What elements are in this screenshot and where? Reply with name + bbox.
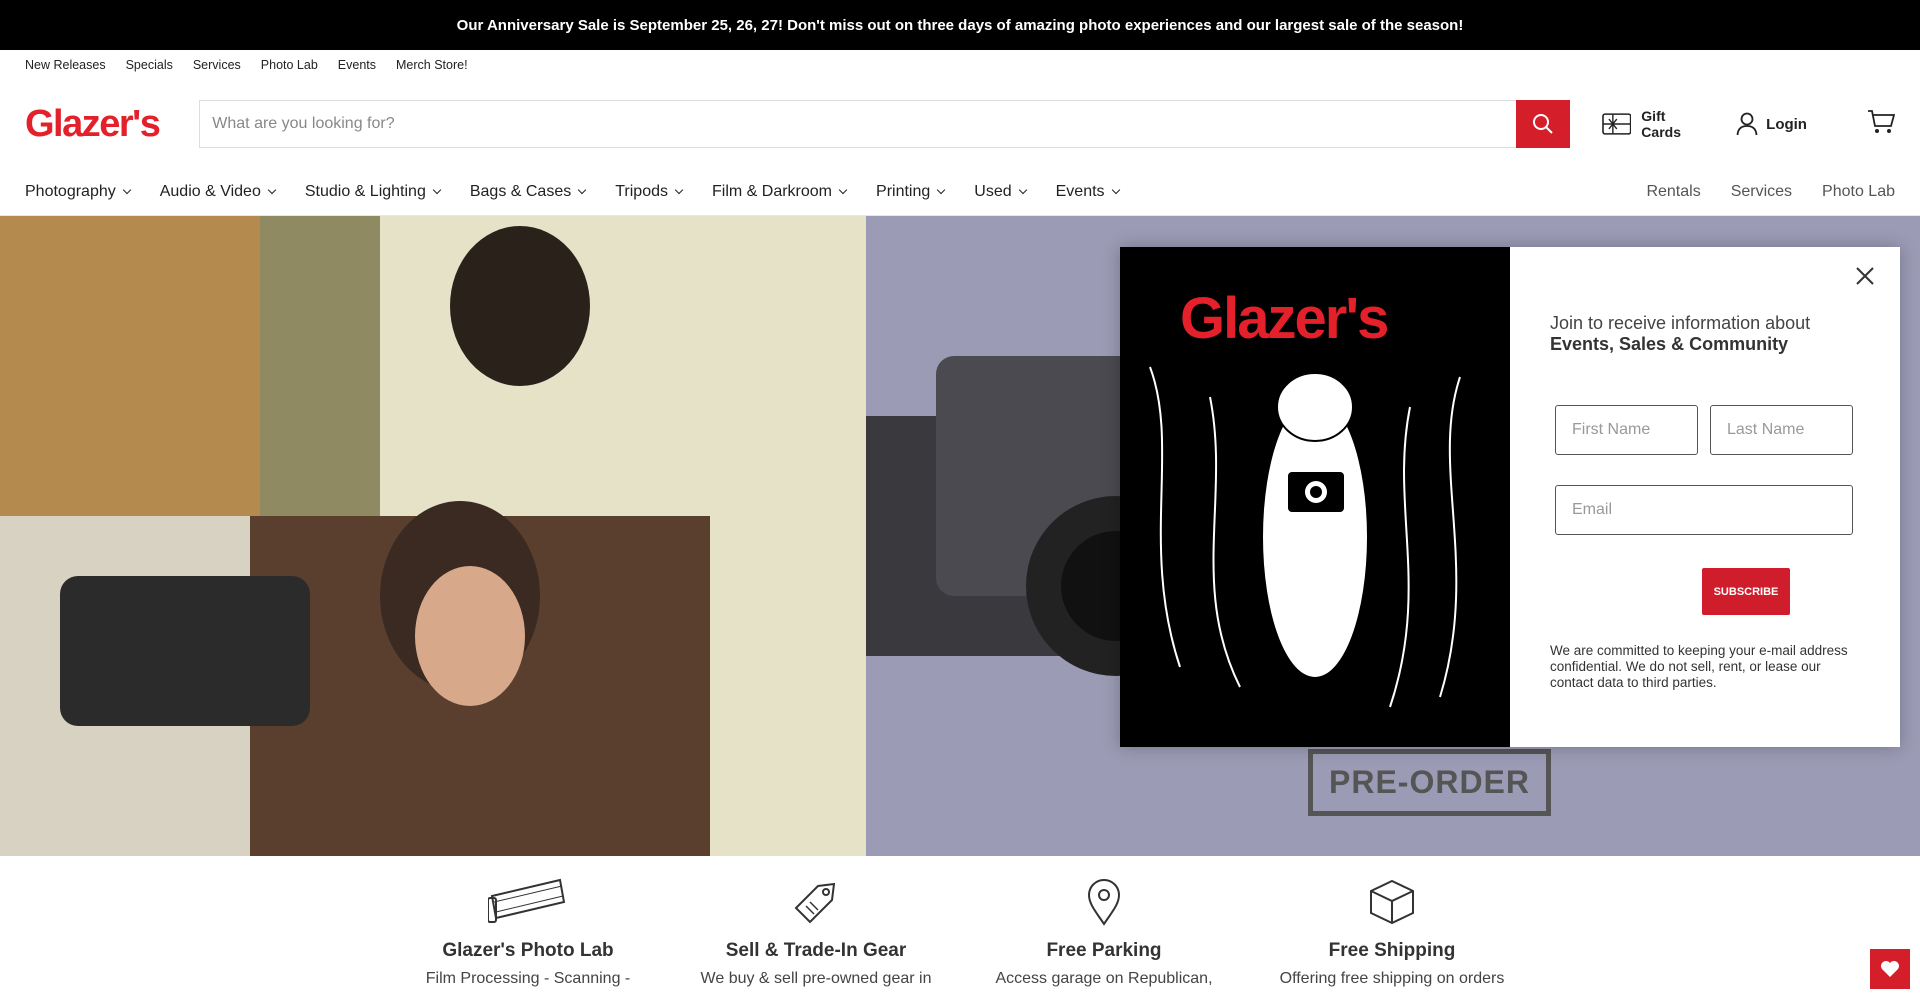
nav-label: Studio & Lighting xyxy=(304,182,426,200)
chevron-down-icon xyxy=(432,185,442,194)
nav-label: Audio & Video xyxy=(159,182,261,200)
utility-link-services[interactable]: Services xyxy=(193,58,241,72)
feature-title: Glazer's Photo Lab xyxy=(442,940,614,961)
feature-title: Free Parking xyxy=(1046,940,1162,961)
chevron-down-icon xyxy=(674,185,684,194)
cart-icon xyxy=(1867,109,1896,133)
feature-parking[interactable]: Free Parking Access garage on Republican… xyxy=(984,856,1224,988)
last-name-field[interactable]: Last Name xyxy=(1710,405,1853,455)
popup-title-line2: Events, Sales & Community xyxy=(1550,334,1789,354)
utility-nav: New Releases Specials Services Photo Lab… xyxy=(0,50,1920,80)
nav-label: Photography xyxy=(25,182,116,200)
chevron-down-icon xyxy=(1018,185,1027,194)
pre-order-badge: PRE-ORDER xyxy=(1308,749,1551,816)
name-fields: First Name Last Name xyxy=(1555,405,1860,455)
subscribe-button[interactable]: SUBSCRIBE xyxy=(1702,568,1790,615)
close-icon[interactable] xyxy=(1854,265,1876,287)
cart-button[interactable] xyxy=(1867,109,1896,140)
gift-card-icon xyxy=(1601,113,1632,135)
map-pin-icon xyxy=(984,856,1224,926)
feature-desc: Film Processing - Scanning - xyxy=(425,970,631,987)
utility-link-photo-lab[interactable]: Photo Lab xyxy=(261,58,318,72)
chevron-down-icon xyxy=(838,185,848,194)
nav-item-used[interactable]: Used xyxy=(974,182,1027,201)
film-strip-icon xyxy=(408,856,648,926)
login-link[interactable]: Login xyxy=(1736,112,1807,136)
utility-link-events[interactable]: Events xyxy=(338,58,376,72)
nav-item-audio-video[interactable]: Audio & Video xyxy=(159,182,277,201)
announcement-text: Our Anniversary Sale is September 25, 26… xyxy=(456,16,1464,34)
popup-image: Glazer's xyxy=(1120,247,1510,747)
nav-label: Events xyxy=(1055,182,1105,200)
feature-photo-lab[interactable]: Glazer's Photo Lab Film Processing - Sca… xyxy=(408,856,648,988)
feature-shipping[interactable]: Free Shipping Offering free shipping on … xyxy=(1272,856,1512,988)
gift-cards-label: Gift Cards xyxy=(1641,108,1681,140)
login-label: Login xyxy=(1766,115,1807,133)
feature-desc: We buy & sell pre-owned gear in xyxy=(700,970,932,987)
hero-lifestyle-image xyxy=(0,216,866,856)
search-bar xyxy=(199,100,1570,148)
chevron-down-icon xyxy=(937,185,946,194)
chevron-down-icon xyxy=(267,185,277,194)
utility-link-merch-store[interactable]: Merch Store! xyxy=(396,58,468,72)
user-icon xyxy=(1736,112,1758,136)
utility-link-new-releases[interactable]: New Releases xyxy=(25,58,106,72)
nav-label: Film & Darkroom xyxy=(712,182,833,200)
nav-label: Tripods xyxy=(615,182,668,200)
feature-title: Sell & Trade-In Gear xyxy=(725,940,907,961)
nav-label: Printing xyxy=(876,182,931,200)
utility-link-specials[interactable]: Specials xyxy=(126,58,173,72)
first-name-field[interactable]: First Name xyxy=(1555,405,1698,455)
chevron-down-icon xyxy=(1111,185,1120,194)
search-input[interactable] xyxy=(199,100,1516,148)
newsletter-popup: Glazer's Join to receive information abo… xyxy=(1120,247,1900,747)
hero-photo-illustration xyxy=(0,216,866,856)
signup-form: Join to receive information about Events… xyxy=(1510,247,1900,747)
nav-item-events[interactable]: Events xyxy=(1055,182,1120,201)
feature-desc: Access garage on Republican, xyxy=(995,970,1213,987)
heart-icon xyxy=(1881,961,1899,977)
announcement-bar: Our Anniversary Sale is September 25, 26… xyxy=(0,0,1920,50)
popup-title-line1: Join to receive information about xyxy=(1550,313,1811,333)
privacy-notice: We are committed to keeping your e-mail … xyxy=(1550,643,1848,690)
nav-item-photography[interactable]: Photography xyxy=(25,182,131,201)
nav-item-tripods[interactable]: Tripods xyxy=(615,182,684,201)
nav-item-services[interactable]: Services xyxy=(1731,183,1792,201)
category-menu: Photography Audio & Video Studio & Light… xyxy=(25,183,1149,201)
wishlist-button[interactable] xyxy=(1870,949,1910,989)
search-icon xyxy=(1532,114,1553,134)
main-nav: Photography Audio & Video Studio & Light… xyxy=(0,168,1920,216)
nav-label: Bags & Cases xyxy=(469,182,572,200)
feature-title: Free Shipping xyxy=(1328,940,1456,961)
price-tag-icon xyxy=(696,856,936,926)
email-field[interactable]: Email xyxy=(1555,485,1853,535)
secondary-menu: Rentals Services Photo Lab xyxy=(1646,183,1895,201)
nav-item-photo-lab[interactable]: Photo Lab xyxy=(1822,183,1895,201)
search-button[interactable] xyxy=(1515,100,1570,148)
nav-item-film-darkroom[interactable]: Film & Darkroom xyxy=(712,182,848,201)
nav-item-rentals[interactable]: Rentals xyxy=(1646,183,1700,201)
nav-item-printing[interactable]: Printing xyxy=(876,182,946,201)
header-actions: Gift Cards Login xyxy=(1601,108,1896,140)
features-row: Glazer's Photo Lab Film Processing - Sca… xyxy=(0,856,1920,991)
nav-item-studio-lighting[interactable]: Studio & Lighting xyxy=(304,182,442,201)
popup-logo: Glazer's xyxy=(1180,286,1389,351)
feature-desc: Offering free shipping on orders xyxy=(1279,970,1505,987)
site-logo[interactable]: Glazer's xyxy=(25,103,199,146)
chevron-down-icon xyxy=(577,185,587,194)
nav-label: Used xyxy=(974,182,1012,200)
site-header: Glazer's Gift Cards Login xyxy=(0,80,1920,168)
nav-item-bags-cases[interactable]: Bags & Cases xyxy=(469,182,587,201)
feature-trade-in[interactable]: Sell & Trade-In Gear We buy & sell pre-o… xyxy=(696,856,936,988)
box-icon xyxy=(1272,856,1512,926)
chevron-down-icon xyxy=(122,185,131,194)
popup-title: Join to receive information about Events… xyxy=(1550,313,1860,355)
gift-cards-link[interactable]: Gift Cards xyxy=(1601,108,1708,140)
